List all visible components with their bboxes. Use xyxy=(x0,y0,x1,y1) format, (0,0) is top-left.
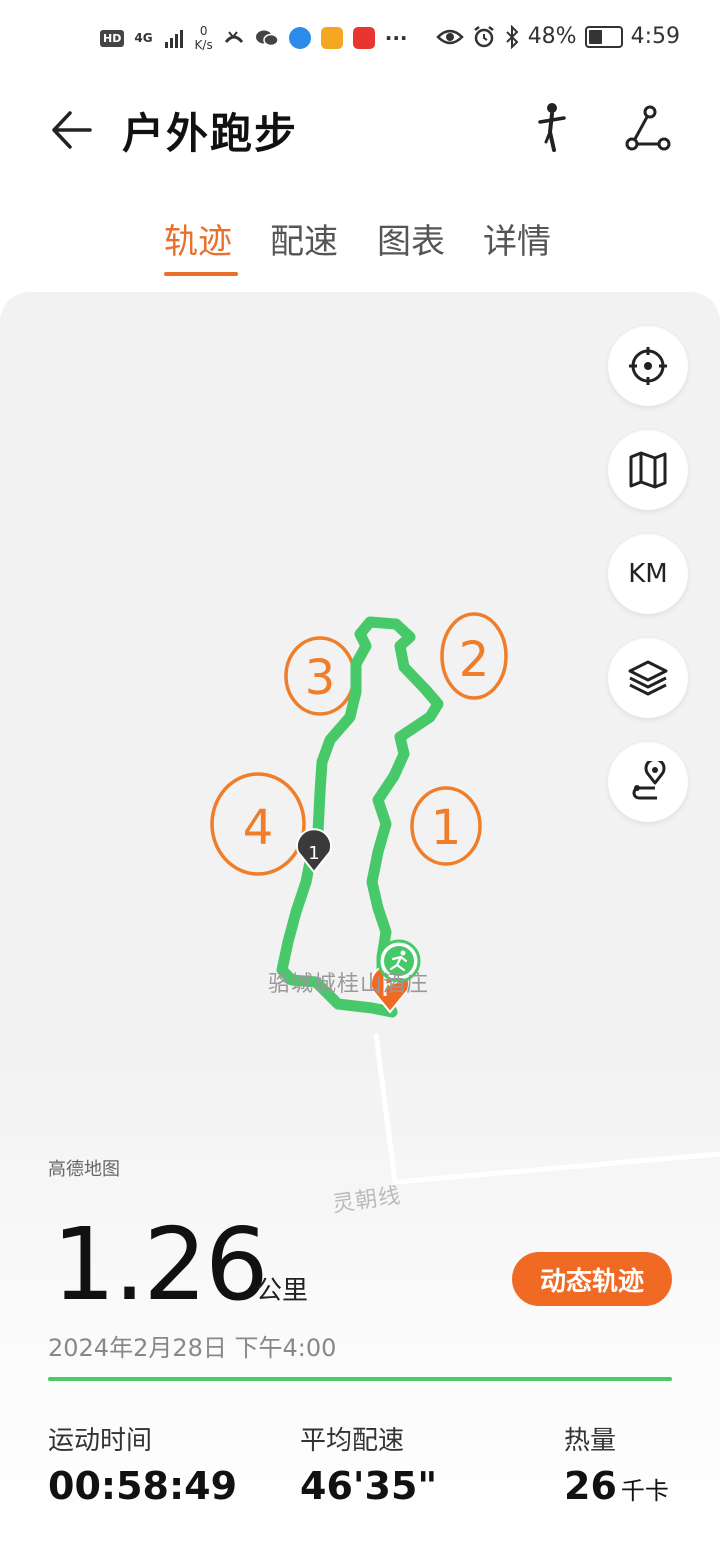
active-tab-indicator xyxy=(164,272,238,276)
status-right: 48% 4:59 xyxy=(435,24,680,49)
duration-label: 运动时间 xyxy=(48,1426,153,1456)
net-speed-value: 0 xyxy=(199,24,208,38)
page-title: 户外跑步 xyxy=(122,109,299,158)
layers-icon xyxy=(628,660,668,696)
tab-details[interactable]: 详情 xyxy=(483,214,551,263)
calories-unit: 千卡 xyxy=(620,1477,669,1505)
annotation-number-2: 2 xyxy=(459,632,490,688)
annotation-number-3: 3 xyxy=(305,650,336,706)
route-share-button[interactable] xyxy=(620,102,676,158)
route-pin-button[interactable] xyxy=(608,742,688,822)
km-marker: 1 xyxy=(296,828,332,874)
battery-percent: 48% xyxy=(527,24,577,49)
locate-icon xyxy=(629,347,667,385)
missed-call-icon xyxy=(224,31,243,43)
avg-pace-value: 46'35" xyxy=(300,1464,437,1508)
tab-chart[interactable]: 图表 xyxy=(377,214,445,263)
duration-value: 00:58:49 xyxy=(48,1464,237,1508)
map-source-label: 高德地图 xyxy=(48,1159,120,1180)
battery-fill xyxy=(588,29,602,44)
status-bar: HD 4G 0 K/s ··· 48% 4:59 xyxy=(0,0,720,84)
annotation-numbers: 1 2 3 4 xyxy=(243,632,490,856)
unit-km-button[interactable]: KM xyxy=(608,534,688,614)
more-notifications: ··· xyxy=(384,26,408,50)
bluetooth-icon xyxy=(505,24,519,49)
distance-unit: 公里 xyxy=(256,1276,309,1306)
tab-bar: 轨迹 配速 图表 详情 xyxy=(0,214,720,278)
app-header: 户外跑步 xyxy=(0,84,720,174)
workout-datetime: 2024年2月28日 下午4:00 xyxy=(48,1334,337,1362)
app-icon-blue xyxy=(288,27,311,49)
layers-button[interactable] xyxy=(608,638,688,718)
runner-stick-icon xyxy=(538,103,566,152)
running-form-button[interactable] xyxy=(524,98,580,154)
signal-icon xyxy=(164,30,183,48)
map-type-button[interactable] xyxy=(608,430,688,510)
video-app-icon xyxy=(320,27,343,49)
net-speed-unit: K/s xyxy=(194,38,213,52)
divider-bar xyxy=(48,1377,672,1381)
battery-icon xyxy=(584,25,623,48)
wechat-icon xyxy=(255,30,279,47)
dynamic-track-button[interactable]: 动态轨迹 xyxy=(512,1252,672,1306)
annotation-number-4: 4 xyxy=(243,800,274,856)
tab-track[interactable]: 轨迹 xyxy=(164,214,232,263)
tab-pace[interactable]: 配速 xyxy=(270,214,338,263)
road-line xyxy=(373,1033,720,1185)
calories-value: 26 千卡 xyxy=(564,1464,669,1508)
net-speed: 0 K/s xyxy=(195,24,213,52)
alarm-icon xyxy=(473,25,494,47)
route-nodes-icon xyxy=(625,105,671,151)
status-left: HD 4G 0 K/s ··· xyxy=(100,24,408,52)
map-view[interactable]: 1 2 3 4 1 骆城城桂山酒庄 灵朝线 KM xyxy=(0,292,720,1560)
back-button[interactable] xyxy=(46,104,98,156)
baidu-map-icon xyxy=(352,27,375,49)
clock: 4:59 xyxy=(630,24,680,49)
eye-icon xyxy=(435,29,464,44)
network-label: 4G xyxy=(134,31,153,45)
hd-badge: HD xyxy=(100,29,125,47)
map-icon xyxy=(629,451,667,489)
duration-number: 00:58:49 xyxy=(48,1464,238,1508)
distance-value: 1.26 xyxy=(52,1206,269,1323)
avg-pace-number: 46'35" xyxy=(300,1464,438,1508)
calories-label: 热量 xyxy=(564,1426,617,1456)
route-pin-icon xyxy=(632,761,666,800)
locate-button[interactable] xyxy=(608,326,688,406)
annotation-number-1: 1 xyxy=(431,800,462,856)
place-label: 骆城城桂山酒庄 xyxy=(268,972,430,997)
calories-number: 26 xyxy=(564,1464,617,1508)
divider-fill xyxy=(48,1377,672,1381)
avg-pace-label: 平均配速 xyxy=(300,1426,405,1456)
km-marker-number: 1 xyxy=(308,843,319,864)
back-arrow-icon xyxy=(52,111,92,149)
